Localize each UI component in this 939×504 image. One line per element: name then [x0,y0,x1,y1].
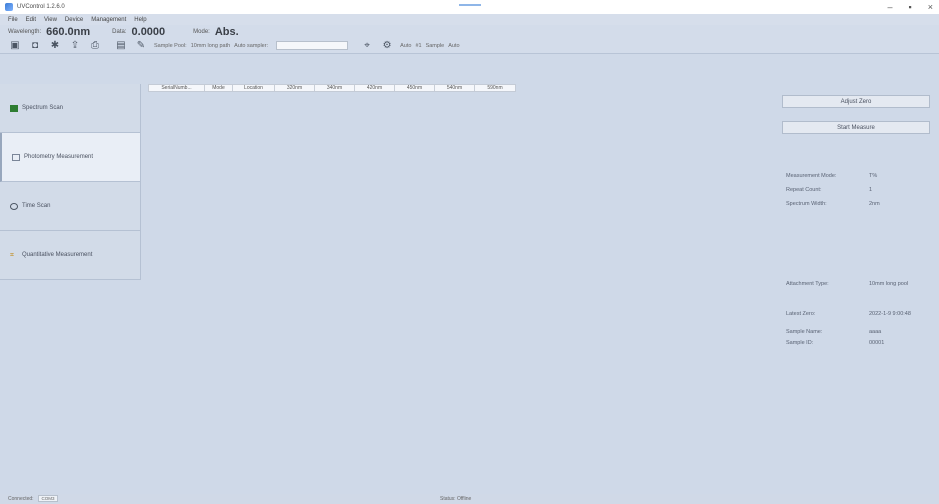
menu-bar: File Edit View Device Management Help [0,14,939,25]
sidebar-item-quantitative-measurement[interactable]: ⌗ Quantitative Measurement [0,231,141,280]
wavelength-label: Wavelength: [8,28,42,35]
results-table-header: SerialNumb... Mode Location 320nm 340nm … [148,84,516,92]
menu-view[interactable]: View [44,17,57,23]
connection-label: Connected: [8,496,34,502]
column-header[interactable]: 320nm [275,85,315,91]
column-header[interactable]: Mode [205,85,233,91]
repeat-count-label: Repeat Count: [786,187,822,193]
repeat-count-value: 1 [869,187,873,193]
sidebar: Spectrum Scan Photometry Measurement Tim… [0,84,141,284]
drag-handle[interactable] [459,4,481,6]
column-header[interactable]: SerialNumb... [149,85,205,91]
wrench-icon[interactable]: ✎ [134,40,148,52]
sidebar-item-label: Photometry Measurement [24,154,94,160]
sample-pool-value: 10mm long path [190,42,231,49]
chart-icon: ⌗ [10,251,14,259]
column-header[interactable]: Location [233,85,275,91]
device-status: Status: Offline [440,496,472,502]
print-icon[interactable]: ⎙ [88,40,102,52]
latest-zero-value: 2022-1-9 9:00:48 [869,311,911,317]
auto-sampler-input[interactable] [276,41,349,50]
attachment-type-value: 10mm long pool [869,281,909,287]
menu-management[interactable]: Management [91,17,126,23]
app-icon [5,3,13,11]
upload-icon[interactable]: ⇪ [68,40,82,52]
start-measure-button[interactable]: Start Measure [782,121,930,134]
column-header[interactable]: 540nm [435,85,475,91]
sidebar-item-photometry-measurement[interactable]: Photometry Measurement [0,133,141,182]
adjust-zero-button[interactable]: Adjust Zero [782,95,930,108]
window-controls: – ▪ × [888,1,933,13]
toolbar-extra-3[interactable]: Sample [426,43,445,49]
menu-help[interactable]: Help [134,17,146,23]
sidebar-item-time-scan[interactable]: Time Scan [0,182,141,231]
latest-zero-label: Latest Zero: [786,311,816,317]
status-bar: Connected: COM3 Status: Offline [0,494,939,504]
cube-icon[interactable]: ◘ [28,40,42,52]
readout-bar: Wavelength: 660.0nm Data: 0.0000 Mode: A… [0,25,939,38]
toolbar: ▣ ◘ ✱ ⇪ ⎙ ▤ ✎ Sample Pool: 10mm long pat… [0,38,939,54]
window-title: UVControl 1.2.6.0 [17,4,65,10]
save-icon[interactable]: ▣ [8,40,22,52]
connection-port[interactable]: COM3 [38,495,58,502]
minimize-icon[interactable]: – [888,1,893,13]
mode-label: Mode: [193,28,210,35]
sample-pool-label: Sample Pool: [154,42,187,49]
column-header[interactable]: 420nm [355,85,395,91]
sidebar-item-spectrum-scan[interactable]: Spectrum Scan [0,84,141,133]
maximize-icon[interactable]: ▪ [909,1,912,13]
sample-id-value: 00001 [869,340,885,346]
clipboard-icon[interactable]: ▤ [114,40,128,52]
close-icon[interactable]: × [928,1,933,13]
clock-icon [10,202,18,210]
sample-id-label: Sample ID: [786,340,814,346]
sidebar-item-label: Spectrum Scan [22,105,64,111]
sample-name-value: aaaa [869,329,882,335]
gear-icon[interactable]: ⚙ [380,40,394,52]
photometry-icon [12,153,20,161]
spectrum-width-value: 2nm [869,201,880,207]
menu-device[interactable]: Device [65,17,83,23]
menu-file[interactable]: File [8,17,18,23]
pin-icon[interactable]: ⌖ [360,40,374,52]
sidebar-item-label: Time Scan [22,203,51,209]
spectrum-width-label: Spectrum Width: [786,201,827,207]
data-label: Data: [112,28,127,35]
toolbar-extra-1[interactable]: Auto [400,43,411,49]
auto-sampler-label: Auto sampler: [234,42,269,49]
column-header[interactable]: 340nm [315,85,355,91]
mode-value: Abs. [214,25,239,38]
measurement-mode-label: Measurement Mode: [786,173,837,179]
title-bar: UVControl 1.2.6.0 – ▪ × [0,0,939,14]
spectrum-icon [10,104,18,112]
data-value: 0.0000 [131,25,166,38]
sidebar-item-label: Quantitative Measurement [22,252,93,258]
column-header[interactable]: 590nm [475,85,515,91]
settings-icon[interactable]: ✱ [48,40,62,52]
menu-edit[interactable]: Edit [26,17,36,23]
wavelength-value: 660.0nm [46,25,91,38]
toolbar-extra-2[interactable]: #1 [415,43,421,49]
measurement-mode-value: T% [869,173,878,179]
attachment-type-label: Attachment Type: [786,281,829,287]
column-header[interactable]: 450nm [395,85,435,91]
sample-name-label: Sample Name: [786,329,823,335]
toolbar-extra-4[interactable]: Auto [448,43,459,49]
